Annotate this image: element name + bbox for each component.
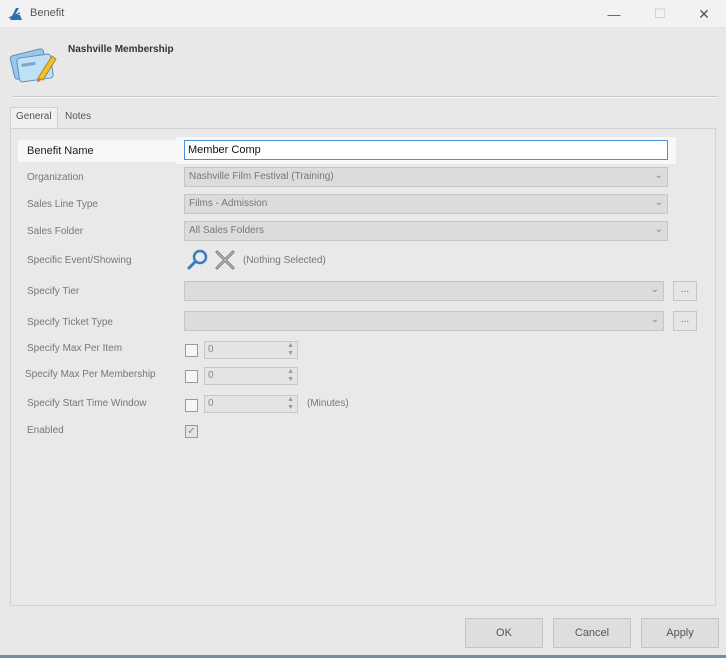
spinner-arrows-icon[interactable]: ▲ ▼ xyxy=(287,396,294,412)
sales-folder-label: Sales Folder xyxy=(27,226,84,237)
minimize-button[interactable]: — xyxy=(591,0,637,28)
header-divider xyxy=(12,96,718,98)
max-per-item-spinner[interactable]: 0 ▲ ▼ xyxy=(204,341,298,359)
start-time-window-spinner[interactable]: 0 ▲ ▼ xyxy=(204,395,298,413)
organization-value: Nashville Film Festival (Training) xyxy=(189,171,334,182)
window-title: Benefit xyxy=(30,7,65,19)
specify-tier-select[interactable]: ⌄ xyxy=(184,281,664,301)
chevron-down-icon: ⌄ xyxy=(650,284,659,295)
checkmark-icon: ✓ xyxy=(187,426,196,437)
specify-ticket-type-select[interactable]: ⌄ xyxy=(184,311,664,331)
sales-line-type-value: Films - Admission xyxy=(189,198,268,209)
dialog-header: Nashville Membership xyxy=(0,28,726,98)
chevron-down-icon: ⌄ xyxy=(654,197,663,208)
sales-folder-value: All Sales Folders xyxy=(189,225,265,236)
maximize-button[interactable]: ☐ xyxy=(637,0,683,28)
specify-ticket-type-browse-button[interactable]: ... xyxy=(673,311,697,331)
tab-general[interactable]: General xyxy=(10,107,58,129)
sales-line-type-select[interactable]: Films - Admission ⌄ xyxy=(184,194,668,214)
specify-tier-browse-button[interactable]: ... xyxy=(673,281,697,301)
minimize-icon: — xyxy=(607,6,621,22)
sales-line-type-label: Sales Line Type xyxy=(27,199,98,210)
chevron-down-icon: ⌄ xyxy=(654,170,663,181)
enabled-checkbox[interactable]: ✓ xyxy=(185,425,198,438)
max-per-membership-checkbox[interactable] xyxy=(185,370,198,383)
close-icon: ✕ xyxy=(698,5,710,22)
sales-folder-select[interactable]: All Sales Folders ⌄ xyxy=(184,221,668,241)
title-bar: Benefit — ☐ ✕ xyxy=(0,0,726,28)
specific-event-label: Specific Event/Showing xyxy=(27,255,132,266)
max-per-membership-label: Specify Max Per Membership xyxy=(25,369,156,380)
specify-tier-label: Specify Tier xyxy=(27,286,80,297)
benefit-name-input[interactable] xyxy=(184,140,668,160)
ok-button[interactable]: OK xyxy=(465,618,543,648)
max-per-item-label: Specify Max Per Item xyxy=(27,343,123,354)
start-time-window-label: Specify Start Time Window xyxy=(27,398,147,409)
start-time-window-value: 0 xyxy=(208,398,214,409)
max-per-membership-value: 0 xyxy=(208,370,214,381)
membership-card-icon xyxy=(9,48,57,83)
chevron-down-icon: ⌄ xyxy=(650,314,659,325)
specific-event-value: (Nothing Selected) xyxy=(243,255,326,266)
spinner-arrows-icon[interactable]: ▲ ▼ xyxy=(287,368,294,384)
app-logo-icon xyxy=(8,8,22,20)
enabled-label: Enabled xyxy=(27,425,64,436)
tab-notes[interactable]: Notes xyxy=(60,108,96,128)
max-per-item-value: 0 xyxy=(208,344,214,355)
start-time-window-unit: (Minutes) xyxy=(307,398,349,409)
organization-label: Organization xyxy=(27,172,84,183)
header-title: Nashville Membership xyxy=(68,44,174,55)
maximize-icon: ☐ xyxy=(654,6,666,21)
max-per-membership-spinner[interactable]: 0 ▲ ▼ xyxy=(204,367,298,385)
specify-ticket-type-label: Specify Ticket Type xyxy=(27,317,113,328)
clear-icon[interactable] xyxy=(213,248,237,272)
search-icon[interactable] xyxy=(186,248,210,272)
spinner-arrows-icon[interactable]: ▲ ▼ xyxy=(287,342,294,358)
chevron-down-icon: ⌄ xyxy=(654,224,663,235)
start-time-window-checkbox[interactable] xyxy=(185,399,198,412)
organization-select[interactable]: Nashville Film Festival (Training) ⌄ xyxy=(184,167,668,187)
benefit-name-label: Benefit Name xyxy=(27,145,94,157)
max-per-item-checkbox[interactable] xyxy=(185,344,198,357)
close-button[interactable]: ✕ xyxy=(681,0,726,28)
apply-button[interactable]: Apply xyxy=(641,618,719,648)
cancel-button[interactable]: Cancel xyxy=(553,618,631,648)
